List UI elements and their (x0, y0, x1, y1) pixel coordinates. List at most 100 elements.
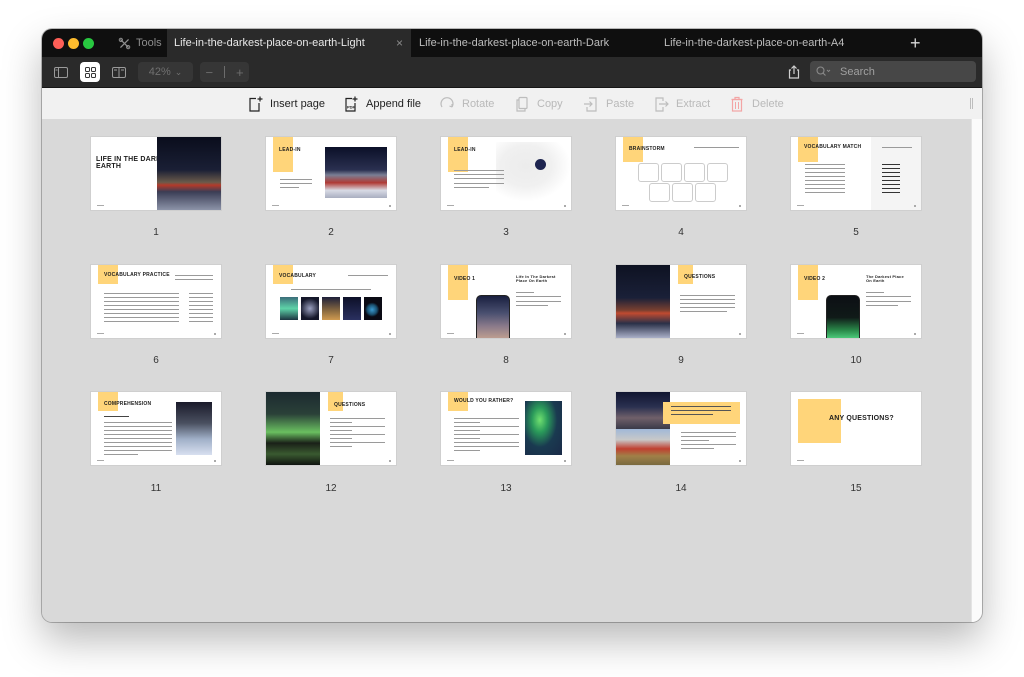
grid-view-button[interactable] (80, 62, 100, 82)
copy-button[interactable]: Copy (514, 88, 563, 119)
chevron-down-icon: ⌄ (174, 66, 183, 77)
close-window-button[interactable] (53, 38, 64, 49)
brainstorm-hexagons (638, 163, 728, 202)
page-thumbnail-1[interactable]: LIFE IN THE DARKEST PLACE ON EARTH (91, 137, 221, 210)
page-thumbnail-15[interactable]: ANY QUESTIONS? (791, 392, 921, 465)
slide-title: WOULD YOU RATHER? (454, 398, 514, 404)
rotate-button[interactable]: Rotate (439, 88, 494, 119)
toolbar: 42% ⌄ − + (42, 57, 982, 88)
insert-page-icon (249, 96, 263, 112)
slide-photo-circle (535, 159, 546, 170)
slide-title: VOCABULARY PRACTICE (104, 272, 170, 278)
slide-photo (325, 147, 387, 198)
share-button[interactable] (786, 62, 802, 82)
new-tab-button[interactable]: + (910, 33, 921, 53)
slide-subtitle: The Darkest Place On Earth (866, 274, 904, 284)
page-number: 11 (150, 483, 162, 494)
tools-button[interactable]: Tools (118, 29, 162, 57)
tab-label: Life-in-the-darkest-place-on-earth-Dark (419, 37, 610, 49)
vocab-photo (322, 297, 340, 320)
tab-dark[interactable]: Life-in-the-darkest-place-on-earth-Dark (419, 29, 619, 57)
search-input[interactable] (838, 64, 962, 79)
two-page-icon (112, 66, 126, 78)
tab-label: Life-in-the-darkest-place-on-earth-Light (174, 37, 365, 49)
page-thumbnail-8[interactable]: VIDEO 1 Life In The Darkest Place On Ear… (441, 265, 571, 338)
tools-label: Tools (136, 37, 162, 49)
page-number: 3 (503, 227, 509, 238)
page-thumbnail-4[interactable]: BRAINSTORM (616, 137, 746, 210)
delete-button[interactable]: Delete (729, 88, 784, 119)
paste-label: Paste (606, 97, 635, 110)
paste-button[interactable]: Paste (583, 88, 634, 119)
page-number: 7 (328, 355, 334, 366)
page-number: 8 (503, 355, 509, 366)
insert-page-label: Insert page (270, 97, 326, 110)
slide-title: LEAD-IN (279, 147, 301, 153)
page-thumbnail-7[interactable]: VOCABULARY (266, 265, 396, 338)
slide-title: VIDEO 1 (454, 276, 476, 282)
copy-icon (516, 96, 528, 112)
extract-label: Extract (676, 97, 711, 110)
page-thumbnail-grid: LIFE IN THE DARKEST PLACE ON EARTH 1 LEA… (42, 119, 971, 622)
zoom-level-value: 42% (148, 66, 171, 78)
extract-button[interactable]: Extract (653, 88, 710, 119)
page-number: 10 (850, 355, 862, 366)
resize-handle[interactable] (970, 98, 974, 109)
page-thumbnail-5[interactable]: VOCABULARY MATCH (791, 137, 921, 210)
sidebar-icon (54, 66, 68, 78)
slide-photo-top (616, 392, 670, 429)
page-number: 1 (153, 227, 159, 238)
slide-photo (616, 265, 670, 338)
vocab-photo (301, 297, 319, 320)
zoom-window-button[interactable] (83, 38, 94, 49)
page-thumbnail-12[interactable]: QUESTIONS (266, 392, 396, 465)
append-pdf-icon: PDF (345, 96, 358, 112)
zoom-in-button[interactable]: + (236, 65, 244, 80)
rotate-label: Rotate (462, 97, 495, 110)
grid-icon (84, 66, 96, 78)
page-thumbnail-11[interactable]: COMPREHENSION (91, 392, 221, 465)
tab-a4[interactable]: Life-in-the-darkest-place-on-earth-A4 (664, 29, 864, 57)
tools-icon (118, 37, 131, 49)
tab-light[interactable]: Life-in-the-darkest-place-on-earth-Light… (167, 29, 411, 57)
search-icon (816, 66, 831, 76)
zoom-stepper: − + (200, 62, 249, 82)
vocab-photo (364, 297, 382, 320)
vertical-scrollbar[interactable] (971, 119, 982, 622)
zoom-level-dropdown[interactable]: 42% ⌄ (138, 62, 193, 82)
page-number: 6 (153, 355, 159, 366)
page-number: 9 (678, 355, 684, 366)
page-thumbnail-9[interactable]: QUESTIONS (616, 265, 746, 338)
close-tab-icon[interactable]: × (396, 36, 403, 50)
slide-title: VOCABULARY (279, 273, 317, 279)
slide-photo-bottom (616, 429, 670, 465)
tab-bar: Tools Life-in-the-darkest-place-on-earth… (42, 29, 982, 57)
insert-page-button[interactable]: Insert page (247, 88, 325, 119)
append-file-button[interactable]: PDF Append file (343, 88, 421, 119)
page-number: 15 (850, 483, 862, 494)
slide-photo (266, 392, 320, 465)
page-thumbnail-14[interactable] (616, 392, 746, 465)
page-thumbnail-13[interactable]: WOULD YOU RATHER? (441, 392, 571, 465)
page-number: 5 (853, 227, 859, 238)
phone-mockup (826, 295, 860, 338)
two-page-view-button[interactable] (110, 62, 128, 82)
append-file-label: Append file (366, 97, 422, 110)
page-thumbnail-6[interactable]: VOCABULARY PRACTICE (91, 265, 221, 338)
page-number: 12 (325, 483, 337, 494)
search-box (810, 61, 976, 82)
page-thumbnail-3[interactable]: LEAD-IN (441, 137, 571, 210)
sidebar-toggle-button[interactable] (52, 62, 70, 82)
slide-photo (157, 137, 221, 210)
slide-title: VOCABULARY MATCH (804, 144, 862, 150)
copy-label: Copy (537, 97, 563, 110)
slide-photo (176, 402, 212, 455)
slide-title: COMPREHENSION (104, 401, 152, 407)
page-thumbnail-2[interactable]: LEAD-IN (266, 137, 396, 210)
tab-label: Life-in-the-darkest-place-on-earth-A4 (664, 37, 845, 49)
minimize-window-button[interactable] (68, 38, 79, 49)
slide-title: QUESTIONS (334, 402, 366, 408)
zoom-out-button[interactable]: − (205, 65, 213, 80)
page-thumbnail-10[interactable]: VIDEO 2 The Darkest Place On Earth (791, 265, 921, 338)
share-icon (788, 65, 800, 79)
